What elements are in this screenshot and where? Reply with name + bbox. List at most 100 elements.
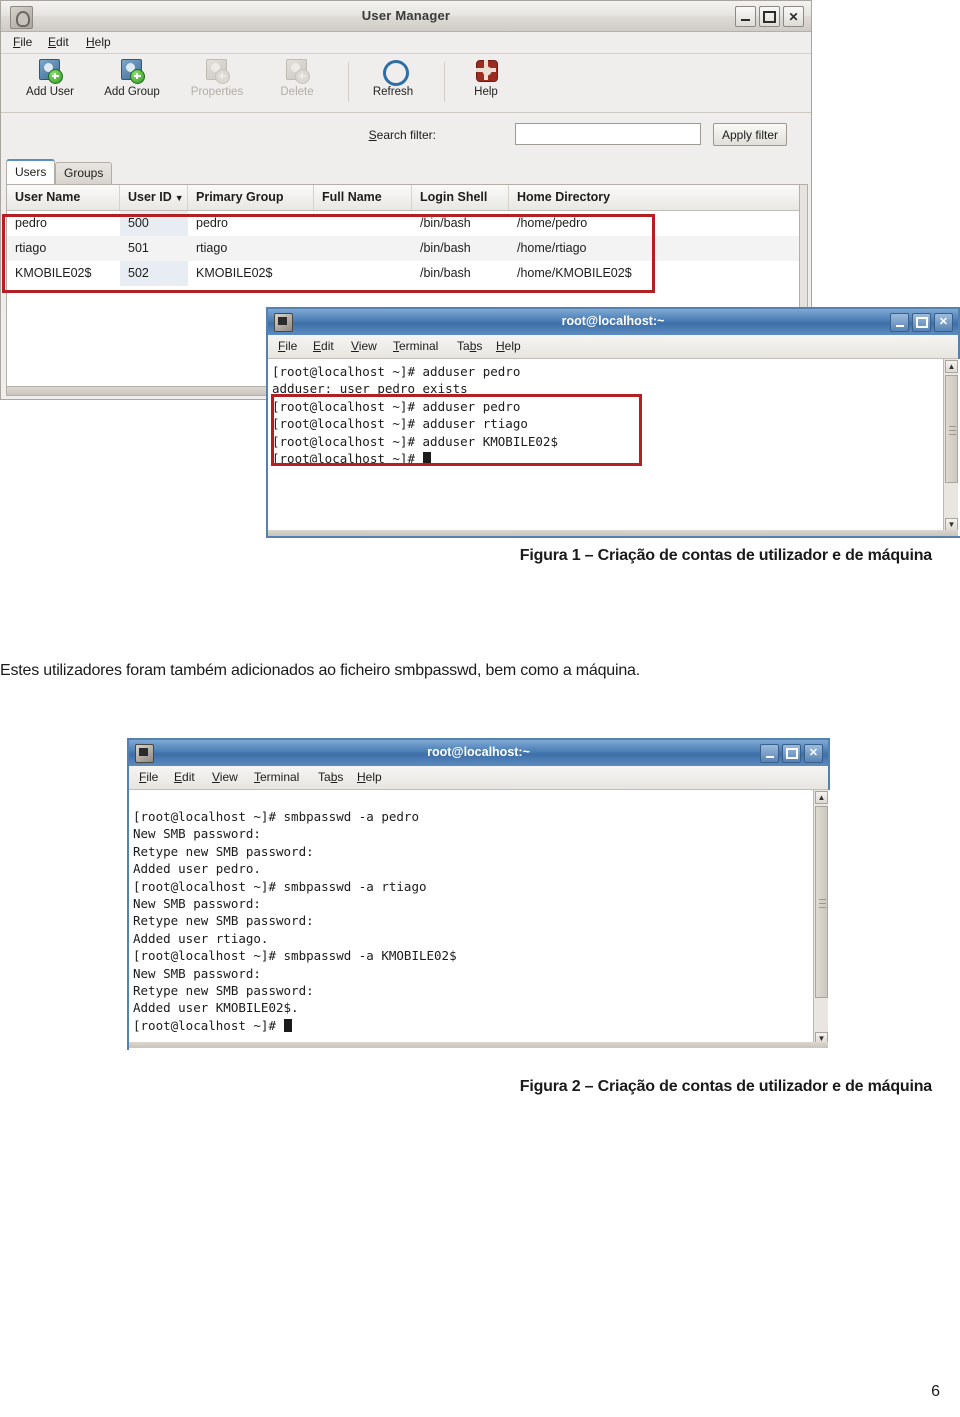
user-manager-titlebar[interactable]: User Manager ✕ xyxy=(1,1,811,32)
maximize-button[interactable] xyxy=(782,744,801,763)
properties-button: Properties xyxy=(179,58,255,98)
close-button[interactable]: ✕ xyxy=(783,6,804,27)
cell-primary-group: rtiago xyxy=(196,241,228,255)
cell-user-name: pedro xyxy=(15,216,47,230)
column-header-full-name[interactable]: Full Name xyxy=(314,185,412,210)
cell-home-directory: /home/rtiago xyxy=(517,241,587,255)
cell-login-shell: /bin/bash xyxy=(420,266,471,280)
menu-terminal[interactable]: Terminal xyxy=(254,770,299,784)
menu-tabs[interactable]: Tabs xyxy=(457,339,482,353)
terminal-prompt: [root@localhost ~]# xyxy=(272,451,423,467)
menu-view[interactable]: View xyxy=(212,770,238,784)
menu-edit[interactable]: Edit xyxy=(174,770,195,784)
menu-help[interactable]: Help xyxy=(496,339,521,353)
cell-user-name: KMOBILE02$ xyxy=(15,266,92,280)
table-row[interactable]: KMOBILE02$ 502 KMOBILE02$ /bin/bash /hom… xyxy=(7,261,805,286)
close-button[interactable]: ✕ xyxy=(934,313,953,332)
help-button[interactable]: Help xyxy=(461,58,511,98)
figure-2-caption: Figura 2 – Criação de contas de utilizad… xyxy=(519,1078,932,1095)
user-manager-menubar: File Edit Help xyxy=(1,32,811,54)
terminal-line: New SMB password: xyxy=(133,965,261,981)
terminal-line: [root@localhost ~]# smbpasswd -a rtiago xyxy=(133,878,427,894)
column-header-user-name[interactable]: User Name xyxy=(7,185,120,210)
add-group-button[interactable]: Add Group xyxy=(93,58,171,98)
add-group-icon xyxy=(119,58,145,84)
window-title: User Manager xyxy=(361,8,451,23)
terminal-prompt: [root@localhost ~]# xyxy=(133,1017,284,1033)
terminal1-output[interactable]: [root@localhost ~]# adduser pedro adduse… xyxy=(268,359,960,536)
cell-primary-group: pedro xyxy=(196,216,228,230)
user-manager-tabs: Users Groups xyxy=(1,159,811,184)
cell-user-id: 500 xyxy=(128,216,149,230)
menu-tabs[interactable]: Tabs xyxy=(318,770,343,784)
terminal-line: [root@localhost ~]# smbpasswd -a pedro xyxy=(133,809,419,824)
terminal1-statusbar xyxy=(268,530,958,536)
tab-groups[interactable]: Groups xyxy=(55,162,113,184)
scroll-up-icon[interactable]: ▲ xyxy=(815,791,828,804)
user-manager-toolbar: Add User Add Group Properties Delete Ref… xyxy=(1,54,811,113)
terminal-line: Added user KMOBILE02$. xyxy=(133,1000,299,1016)
menu-help[interactable]: Help xyxy=(86,35,111,49)
terminal2-titlebar[interactable]: root@localhost:~ ✕ xyxy=(129,740,828,766)
terminal-line: [root@localhost ~]# adduser rtiago xyxy=(272,416,528,432)
menu-file[interactable]: File xyxy=(13,35,32,49)
refresh-icon xyxy=(377,54,415,92)
terminal-line: Retype new SMB password: xyxy=(133,983,314,999)
figure-1-caption: Figura 1 – Criação de contas de utilizad… xyxy=(519,547,932,564)
delete-icon xyxy=(284,58,310,84)
scrollbar-thumb[interactable] xyxy=(815,806,828,998)
terminal-line: [root@localhost ~]# adduser pedro xyxy=(272,364,521,379)
terminal-line: Added user rtiago. xyxy=(133,930,269,946)
cell-full-name xyxy=(314,211,412,236)
column-header-home-directory[interactable]: Home Directory xyxy=(509,185,799,210)
refresh-button[interactable]: Refresh xyxy=(363,54,423,98)
column-header-user-id[interactable]: User ID ▼ xyxy=(120,185,188,210)
add-user-button[interactable]: Add User xyxy=(15,58,85,98)
users-table-body: pedro 500 pedro /bin/bash /home/pedro rt… xyxy=(7,211,805,286)
add-user-icon xyxy=(37,58,63,84)
cell-user-id: 501 xyxy=(128,241,149,255)
cell-home-directory: /home/pedro xyxy=(517,216,588,230)
menu-help[interactable]: Help xyxy=(357,770,382,784)
table-row[interactable]: rtiago 501 rtiago /bin/bash /home/rtiago xyxy=(7,236,805,261)
menu-terminal[interactable]: Terminal xyxy=(393,339,438,353)
table-row[interactable]: pedro 500 pedro /bin/bash /home/pedro xyxy=(7,211,805,236)
minimize-button[interactable] xyxy=(760,744,779,763)
minimize-button[interactable] xyxy=(890,313,909,332)
page-number: 6 xyxy=(931,1383,940,1400)
terminal2-menubar: File Edit View Terminal Tabs Help xyxy=(129,766,828,790)
cell-login-shell: /bin/bash xyxy=(420,241,471,255)
help-icon xyxy=(473,58,499,84)
body-paragraph: Estes utilizadores foram também adiciona… xyxy=(0,662,641,679)
menu-file[interactable]: File xyxy=(278,339,297,353)
terminal-line: Retype new SMB password: xyxy=(133,913,314,929)
terminal2-output[interactable]: [root@localhost ~]# smbpasswd -a pedro N… xyxy=(129,790,832,1064)
column-header-user-id-label: User ID xyxy=(128,190,172,204)
maximize-button[interactable] xyxy=(759,6,780,27)
column-header-primary-group[interactable]: Primary Group xyxy=(188,185,314,210)
search-filter-input[interactable] xyxy=(515,123,701,145)
minimize-button[interactable] xyxy=(735,6,756,27)
close-button[interactable]: ✕ xyxy=(804,744,823,763)
menu-edit[interactable]: Edit xyxy=(48,35,69,49)
terminal1-titlebar[interactable]: root@localhost:~ ✕ xyxy=(268,309,958,335)
terminal-cursor xyxy=(422,452,431,466)
apply-filter-button[interactable]: Apply filter xyxy=(713,123,788,146)
cell-user-id: 502 xyxy=(128,266,149,280)
tab-users[interactable]: Users xyxy=(6,159,56,184)
maximize-button[interactable] xyxy=(912,313,931,332)
column-header-login-shell[interactable]: Login Shell xyxy=(412,185,509,210)
scrollbar-thumb[interactable] xyxy=(945,375,958,483)
terminal1-scrollbar[interactable]: ▲ ▼ xyxy=(943,359,958,532)
properties-icon xyxy=(204,58,230,84)
window-controls: ✕ xyxy=(735,6,804,27)
toolbar-separator-2 xyxy=(444,62,445,102)
terminal2-scrollbar[interactable]: ▲ ▼ xyxy=(813,790,828,1046)
search-filter-label: Search filter: xyxy=(368,128,436,142)
menu-view[interactable]: View xyxy=(351,339,377,353)
scroll-up-icon[interactable]: ▲ xyxy=(945,360,958,373)
terminal-window-2: root@localhost:~ ✕ File Edit View Termin… xyxy=(127,738,832,1064)
menu-file[interactable]: File xyxy=(139,770,158,784)
menu-edit[interactable]: Edit xyxy=(313,339,334,353)
terminal-line-with-cursor: [root@localhost ~]# xyxy=(272,450,960,467)
